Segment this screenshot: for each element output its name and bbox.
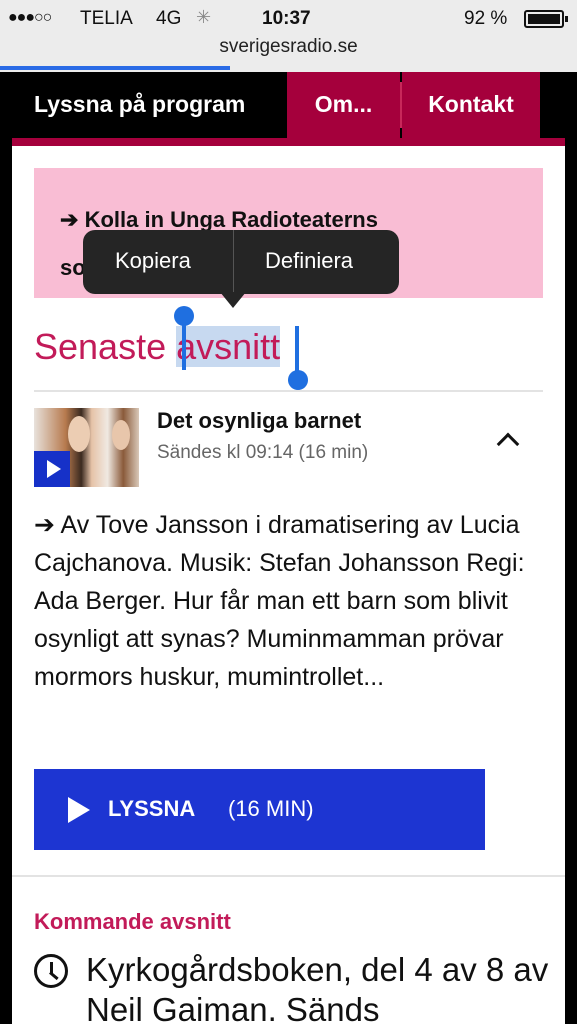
section-title-latest-episodes: Senaste avsnitt [34,326,281,368]
status-time: 10:37 [262,8,311,29]
menu-divider [233,230,234,294]
section-title-plain: Senaste [34,326,177,367]
upcoming-episodes-title: Kommande avsnitt [34,909,231,934]
battery-icon [524,10,568,28]
nav-underline [12,138,565,146]
nav-item-contact[interactable]: Kontakt [402,72,540,138]
listen-duration: (16 MIN) [228,796,314,821]
play-icon [68,797,90,823]
selection-end-handle[interactable] [288,370,308,390]
network-type: 4G [156,8,182,29]
listen-label: LYSSNA [108,796,196,821]
episode-description: ➔ Av Tove Jansson i dramatisering av Luc… [34,511,525,691]
address-bar[interactable]: sverigesradio.se [0,36,577,58]
chevron-up-icon[interactable] [496,432,520,456]
activity-spinner-icon: ✳ [196,7,212,27]
episode-thumbnail[interactable] [34,408,139,487]
define-button[interactable]: Definiera [265,230,353,294]
page-load-progress [0,66,230,70]
nav-item-listen-to-programs[interactable]: Lyssna på program [0,72,287,138]
text-selection-menu: Kopiera Definiera [83,230,399,294]
selected-text: avsnitt [176,326,281,367]
listen-button[interactable]: LYSSNA (16 MIN) [34,769,485,850]
status-bar: ●●●○○ TELIA 4G ✳ 10:37 92 % [0,0,577,36]
divider [12,875,565,877]
signal-strength-icon: ●●●○○ [8,9,52,26]
play-icon[interactable] [34,451,70,487]
main-nav: Lyssna på program Om... Kontakt [0,72,577,138]
nav-item-about[interactable]: Om... [287,72,400,138]
promo-text-line1: Kolla in Unga Radioteaterns [84,207,378,232]
divider [34,390,543,392]
arrow-right-icon: ➔ [60,207,79,232]
selection-end-caret [295,326,299,372]
browser-top-bar: ●●●○○ TELIA 4G ✳ 10:37 92 % sverigesradi… [0,0,577,72]
episode-title[interactable]: Det osynliga barnet [157,408,361,434]
carrier-name: TELIA [80,8,133,29]
battery-percentage: 92 % [464,8,508,29]
promo-text-line2: so [60,255,86,280]
clock-icon [34,954,68,988]
menu-pointer [220,292,246,308]
upcoming-episode-item[interactable]: Kyrkogårdsboken, del 4 av 8 av Neil Gaim… [86,950,556,1024]
selection-start-caret [182,322,186,370]
episode-meta: Sändes kl 09:14 (16 min) [157,442,369,463]
copy-button[interactable]: Kopiera [115,230,191,294]
